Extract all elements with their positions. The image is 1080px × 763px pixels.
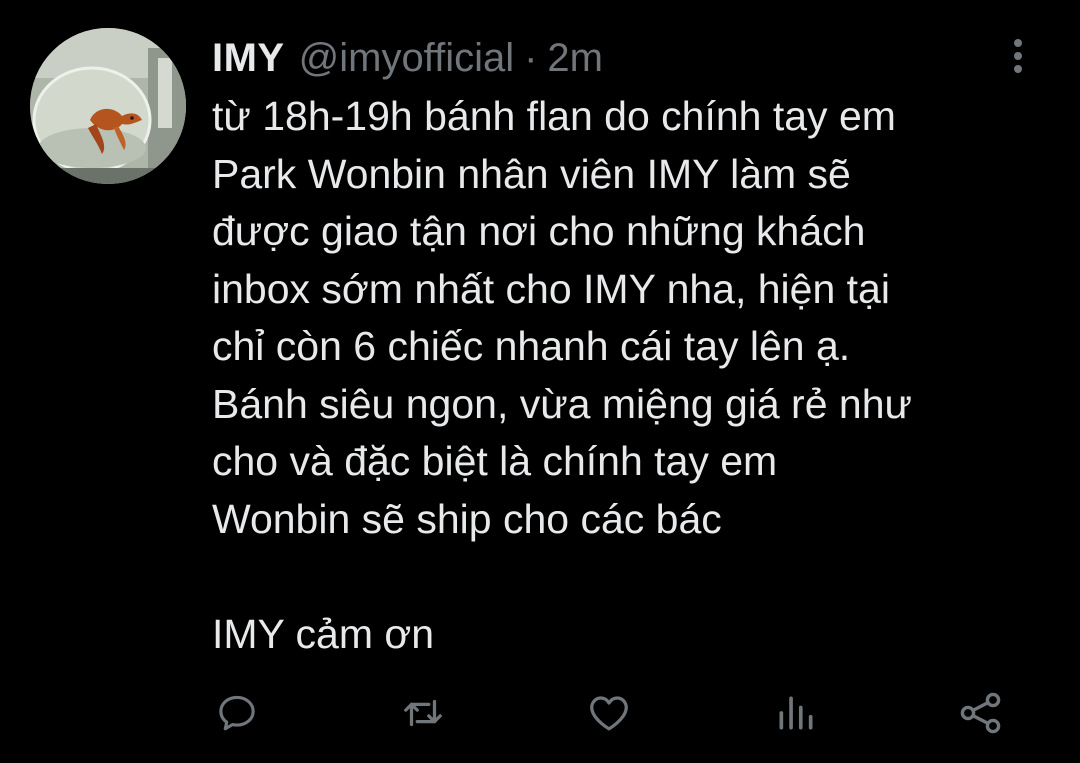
tweet-text-line: inbox sớm nhất cho IMY nha, hiện tại — [212, 265, 890, 312]
avatar[interactable] — [30, 28, 186, 184]
tweet-card[interactable]: IMY @imyofficial · 2m từ 18h-19h bánh fl… — [0, 0, 1080, 763]
tweet-text-line: chỉ còn 6 chiếc nhanh cái tay lên ạ. — [212, 323, 851, 369]
tweet-text-line: cho và đặc biệt là chính tay em — [212, 438, 778, 484]
reply-icon — [219, 695, 255, 731]
like-button[interactable] — [584, 688, 634, 738]
share-button[interactable] — [956, 688, 1006, 738]
tweet-header: IMY @imyofficial · 2m — [212, 32, 603, 84]
display-name[interactable]: IMY — [212, 32, 285, 84]
user-handle[interactable]: @imyofficial — [299, 32, 514, 84]
share-icon — [960, 692, 1001, 734]
retweet-icon — [404, 699, 442, 727]
reply-button[interactable] — [212, 688, 262, 738]
heart-icon — [590, 696, 628, 731]
tweet-text: từ 18h-19h bánh flan do chính tay em Par… — [212, 88, 1052, 663]
tweet-text-line: Bánh siêu ngon, vừa miệng giá rẻ như — [212, 380, 912, 427]
tweet-text-line: từ 18h-19h bánh flan do chính tay em — [212, 93, 896, 139]
more-options-button[interactable] — [1000, 36, 1036, 76]
tweet-text-line: IMY cảm ơn — [212, 610, 435, 657]
tweet-actions-bar — [0, 688, 1080, 738]
timestamp[interactable]: 2m — [547, 32, 603, 84]
more-vertical-icon-dot — [1014, 52, 1022, 60]
paragraph-break — [212, 548, 1052, 606]
analytics-icon — [779, 696, 813, 730]
tweet-text-line: Park Wonbin nhân viên IMY làm sẽ — [212, 150, 851, 197]
more-vertical-icon-dot — [1014, 65, 1022, 73]
analytics-button[interactable] — [771, 688, 821, 738]
tweet-text-line: được giao tận nơi cho những khách — [212, 208, 866, 254]
more-vertical-icon — [1014, 39, 1022, 47]
retweet-button[interactable] — [398, 688, 448, 738]
separator-dot: · — [524, 36, 538, 80]
tweet-text-line: Wonbin sẽ ship cho các bác — [212, 495, 722, 542]
goldfish-bowl-image — [30, 28, 186, 184]
